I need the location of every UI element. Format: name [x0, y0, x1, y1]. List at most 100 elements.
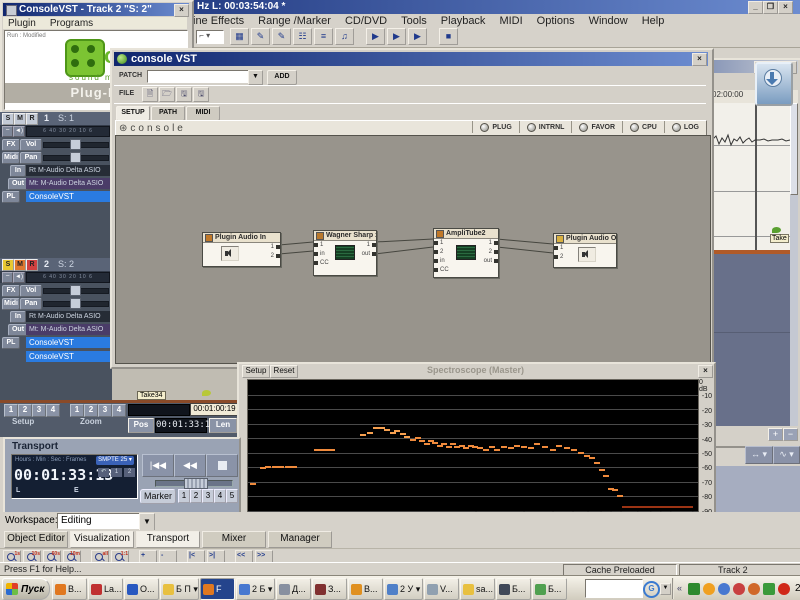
new-file-icon[interactable]: 🗎	[142, 87, 158, 102]
consolevst-close-button[interactable]: ×	[174, 4, 189, 17]
tab-manager[interactable]: Manager	[268, 531, 332, 548]
console-intrnl-button[interactable]: INTRNL	[519, 121, 572, 133]
marker-1-button[interactable]: 1	[178, 489, 190, 503]
tab-path[interactable]: PATH	[151, 106, 185, 121]
input-button[interactable]: In	[10, 165, 26, 177]
play-icon[interactable]: ▶	[387, 28, 406, 45]
minimize-track-button[interactable]: −	[2, 126, 13, 137]
main-restore-button[interactable]: ❐	[763, 1, 778, 14]
main-menu-help[interactable]: Help	[642, 15, 665, 27]
globe-icon[interactable]	[718, 583, 730, 595]
aux-2-button[interactable]: 2	[124, 468, 135, 477]
output-button[interactable]: Out	[8, 324, 28, 336]
port-in-1[interactable]	[554, 246, 558, 250]
speaker-icon[interactable]	[578, 247, 596, 262]
pos-value[interactable]: 00:01:33:13	[155, 418, 207, 433]
orange-ball-icon[interactable]	[703, 583, 715, 595]
console-plug-button[interactable]: PLUG	[472, 121, 518, 133]
zoom-4-button[interactable]: 4	[112, 404, 126, 417]
plugin-screen-icon[interactable]	[456, 245, 476, 260]
marker-button[interactable]: Marker	[140, 489, 176, 504]
setup-1-button[interactable]: 1	[4, 404, 18, 417]
search-input[interactable]	[585, 579, 643, 598]
zoom-3-button[interactable]: 3	[98, 404, 112, 417]
record-button[interactable]: R	[26, 113, 38, 125]
marker-5-button[interactable]: 5	[226, 489, 238, 503]
record-button[interactable]: R	[26, 259, 38, 271]
vol-handle[interactable]	[70, 285, 81, 296]
port-in-2[interactable]	[554, 255, 558, 259]
undo-range-button[interactable]: ↶	[98, 468, 109, 477]
play-from-start-icon[interactable]: ▶	[366, 28, 385, 45]
download-arrow-icon[interactable]	[755, 62, 793, 106]
pl-button[interactable]: PL	[2, 191, 20, 203]
monitor-speaker-icon[interactable]: ◄)	[13, 272, 25, 283]
fx-button[interactable]: FX	[2, 285, 20, 297]
lower-track-panel[interactable]	[712, 254, 790, 426]
main-menu-ineeffects[interactable]: ine Effects	[193, 15, 244, 27]
track-header[interactable]: SMR1S: 1	[0, 112, 112, 125]
module-amplitube2[interactable]: AmpliTube212inCC12out	[433, 228, 499, 278]
port-out-1[interactable]	[276, 245, 280, 249]
pos-button[interactable]: Pos	[128, 418, 154, 433]
mixer-icon[interactable]: ☷	[293, 28, 312, 45]
module-plugin-audio-o[interactable]: Plugin Audio O12	[553, 233, 617, 268]
pl-button[interactable]: PL	[2, 337, 20, 349]
collapse-chevron-icon[interactable]: «	[677, 583, 685, 595]
port-in-in[interactable]	[434, 259, 438, 263]
main-menu-midi[interactable]: MIDI	[499, 15, 522, 27]
play-loop-icon[interactable]: ▶	[408, 28, 427, 45]
main-menu-rangemarker[interactable]: Range /Marker	[258, 15, 331, 27]
levels-icon[interactable]: ≡	[314, 28, 333, 45]
plugin-menu-programs[interactable]: Programs	[50, 18, 93, 29]
tab-transport[interactable]: Transport	[136, 531, 200, 548]
taskbar-item[interactable]: B...	[52, 578, 87, 600]
shuttle-slider[interactable]	[155, 480, 233, 487]
setup-3-button[interactable]: 3	[32, 404, 46, 417]
mute-button[interactable]: M	[14, 259, 26, 271]
zoom-out-button[interactable]: −	[783, 428, 798, 441]
midi-button[interactable]: Midi	[2, 298, 20, 310]
midi-connector-icon[interactable]: ♫	[335, 28, 354, 45]
port-in-CC[interactable]	[434, 268, 438, 272]
vol-button[interactable]: Vol	[20, 139, 42, 151]
main-menu-playback[interactable]: Playback	[441, 15, 486, 27]
start-button[interactable]: Пуск	[2, 578, 50, 600]
port-out-1[interactable]	[494, 241, 498, 245]
plugin-menu-plugin[interactable]: Plugin	[8, 18, 36, 29]
pan-button[interactable]: Pan	[20, 298, 42, 310]
main-close-button[interactable]: ×	[778, 1, 793, 14]
green-square-icon[interactable]	[688, 583, 700, 595]
taskbar-item[interactable]: La...	[88, 578, 123, 600]
taskbar-item[interactable]: sa...	[460, 578, 495, 600]
tab-object-editor[interactable]: Object Editor	[4, 531, 68, 548]
search-go-icon[interactable]: G	[643, 581, 660, 598]
input-device[interactable]: Rt M-Audio Delta ASIO	[26, 311, 112, 322]
taskbar-clock[interactable]: 2:11	[795, 583, 800, 594]
wave-mode-button[interactable]: ∿ ▾	[773, 446, 800, 464]
taskbar-item[interactable]: 2 Б ▾	[236, 578, 275, 600]
port-in-2[interactable]	[434, 250, 438, 254]
smpte-dropdown[interactable]: SMPTE 25 ▾	[96, 456, 134, 465]
stop-icon[interactable]: ■	[439, 28, 458, 45]
main-minimize-button[interactable]: _	[748, 1, 763, 14]
mute-button[interactable]: M	[14, 113, 26, 125]
taskbar-item[interactable]: З...	[312, 578, 347, 600]
setup-2-button[interactable]: 2	[18, 404, 32, 417]
scrollbar-thumb[interactable]	[790, 103, 798, 195]
add-patch-button[interactable]: ADD	[267, 70, 297, 85]
rewind-start-button[interactable]: |◀◀	[142, 454, 174, 477]
monitor-speaker-icon[interactable]: ◄)	[13, 126, 25, 137]
len-button[interactable]: Len	[209, 418, 237, 433]
solo-button[interactable]: S	[2, 113, 14, 125]
tab-setup[interactable]: SETUP	[116, 106, 150, 121]
console-favor-button[interactable]: FAVOR	[571, 121, 622, 133]
minimize-track-button[interactable]: −	[2, 272, 13, 283]
green-badge-icon[interactable]	[763, 583, 775, 595]
vol-handle[interactable]	[70, 139, 81, 150]
port-out-1[interactable]	[372, 243, 376, 247]
zoom-2-button[interactable]: 2	[84, 404, 98, 417]
playhead-line[interactable]	[755, 103, 757, 250]
plugin-screen-icon[interactable]	[335, 245, 355, 260]
module-wagner-sharp-x4[interactable]: Wagner Sharp x41inCC1out	[313, 230, 377, 276]
